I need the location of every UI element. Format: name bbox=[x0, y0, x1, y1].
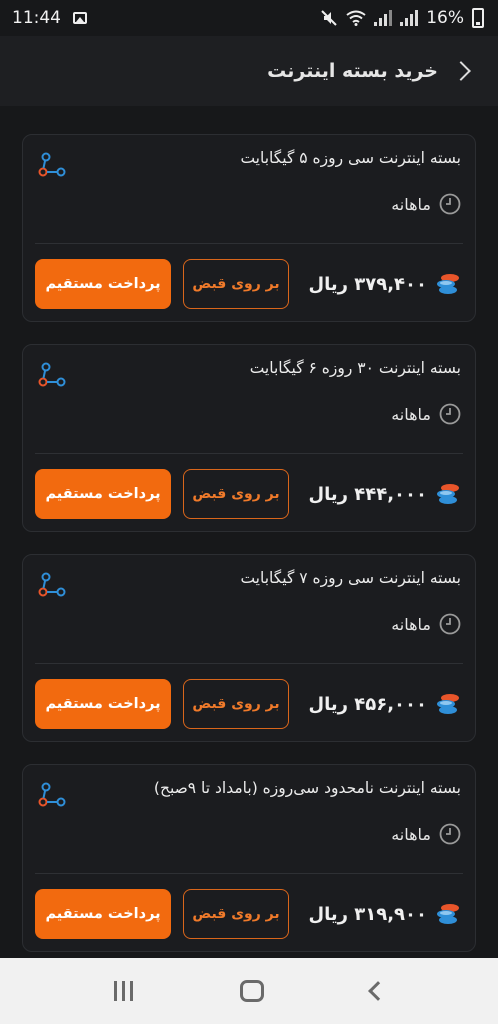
coins-icon bbox=[437, 694, 459, 714]
period-row: ماهانه bbox=[391, 823, 461, 845]
status-time: 11:44 bbox=[12, 8, 61, 28]
system-nav-bar bbox=[0, 958, 498, 1024]
period-label: ماهانه bbox=[391, 614, 431, 634]
period-label: ماهانه bbox=[391, 194, 431, 214]
price: ۳۱۹,۹۰۰ ریال bbox=[308, 903, 427, 925]
price-row: ۴۵۶,۰۰۰ ریال bbox=[308, 691, 461, 717]
share-icon[interactable] bbox=[37, 151, 67, 179]
direct-pay-button[interactable]: پرداخت مستقیم bbox=[35, 889, 171, 939]
share-icon[interactable] bbox=[37, 781, 67, 809]
nav-back-icon[interactable] bbox=[367, 981, 388, 1001]
clock-icon bbox=[439, 403, 461, 425]
page-title: خرید بسته اینترنت bbox=[267, 60, 438, 82]
signal-icon-2 bbox=[400, 10, 419, 26]
package-title: بسته اینترنت سی روزه ۵ گیگابایت bbox=[240, 149, 461, 167]
status-right: 16% bbox=[320, 8, 484, 28]
direct-pay-button[interactable]: پرداخت مستقیم bbox=[35, 679, 171, 729]
pay-on-bill-button[interactable]: بر روی قبض bbox=[183, 679, 289, 729]
pay-on-bill-button[interactable]: بر روی قبض bbox=[183, 469, 289, 519]
pay-on-bill-button[interactable]: بر روی قبض bbox=[183, 259, 289, 309]
price-row: ۳۷۹,۴۰۰ ریال bbox=[308, 271, 461, 297]
price-row: ۴۴۴,۰۰۰ ریال bbox=[308, 481, 461, 507]
battery-icon bbox=[472, 8, 484, 28]
divider bbox=[35, 453, 463, 454]
coins-icon bbox=[437, 484, 459, 504]
pay-on-bill-button[interactable]: بر روی قبض bbox=[183, 889, 289, 939]
home-icon[interactable] bbox=[239, 980, 264, 1002]
status-bar: 11:44 16% bbox=[0, 0, 498, 36]
clock-icon bbox=[439, 613, 461, 635]
direct-pay-button[interactable]: پرداخت مستقیم bbox=[35, 469, 171, 519]
app-header: خرید بسته اینترنت bbox=[0, 36, 498, 106]
direct-pay-button[interactable]: پرداخت مستقیم bbox=[35, 259, 171, 309]
image-icon bbox=[73, 12, 87, 24]
recents-icon[interactable] bbox=[113, 981, 133, 1001]
share-icon[interactable] bbox=[37, 361, 67, 389]
back-arrow-icon[interactable] bbox=[451, 61, 471, 81]
divider bbox=[35, 663, 463, 664]
price: ۴۵۶,۰۰۰ ریال bbox=[308, 693, 427, 715]
price-row: ۳۱۹,۹۰۰ ریال bbox=[308, 901, 461, 927]
package-card: بسته اینترنت سی روزه ۷ گیگابایت ماهانه ۴… bbox=[22, 554, 476, 742]
package-card: بسته اینترنت نامحدود سی‌روزه (بامداد تا … bbox=[22, 764, 476, 952]
clock-icon bbox=[439, 193, 461, 215]
period-label: ماهانه bbox=[391, 824, 431, 844]
period-row: ماهانه bbox=[391, 613, 461, 635]
divider bbox=[35, 873, 463, 874]
clock-icon bbox=[439, 823, 461, 845]
package-list: بسته اینترنت سی روزه ۵ گیگابایت ماهانه ۳… bbox=[22, 134, 476, 974]
share-icon[interactable] bbox=[37, 571, 67, 599]
package-card: بسته اینترنت سی روزه ۵ گیگابایت ماهانه ۳… bbox=[22, 134, 476, 322]
period-label: ماهانه bbox=[391, 404, 431, 424]
status-left: 11:44 bbox=[12, 8, 87, 28]
mute-icon bbox=[321, 10, 337, 26]
signal-icon bbox=[374, 10, 393, 26]
wifi-icon bbox=[346, 10, 366, 26]
price: ۳۷۹,۴۰۰ ریال bbox=[308, 273, 427, 295]
period-row: ماهانه bbox=[391, 193, 461, 215]
package-card: بسته اینترنت ۳۰ روزه ۶ گیگابایت ماهانه ۴… bbox=[22, 344, 476, 532]
price: ۴۴۴,۰۰۰ ریال bbox=[308, 483, 427, 505]
divider bbox=[35, 243, 463, 244]
coins-icon bbox=[437, 904, 459, 924]
package-title: بسته اینترنت سی روزه ۷ گیگابایت bbox=[240, 569, 461, 587]
period-row: ماهانه bbox=[391, 403, 461, 425]
package-title: بسته اینترنت ۳۰ روزه ۶ گیگابایت bbox=[249, 359, 461, 377]
coins-icon bbox=[437, 274, 459, 294]
battery-percent: 16% bbox=[426, 8, 464, 28]
package-title: بسته اینترنت نامحدود سی‌روزه (بامداد تا … bbox=[153, 779, 461, 797]
